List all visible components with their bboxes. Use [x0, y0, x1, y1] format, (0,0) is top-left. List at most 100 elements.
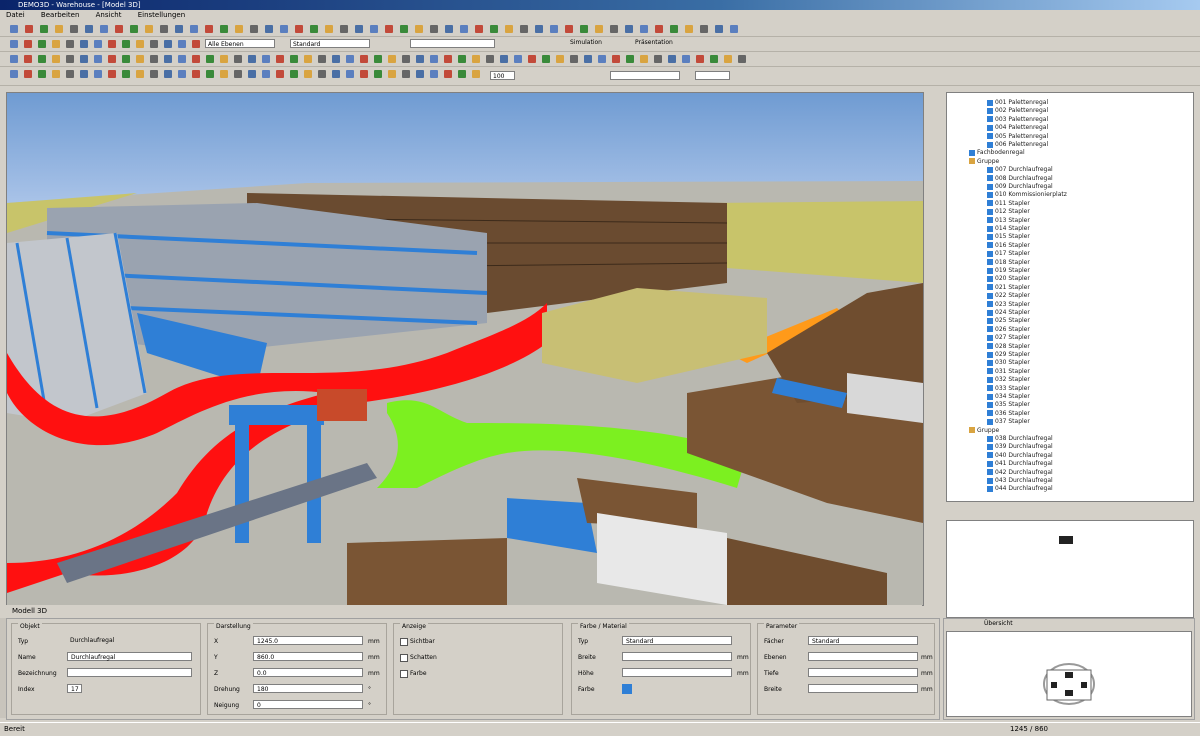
- toolbar-button-icon[interactable]: [94, 40, 102, 48]
- toolbar-button-icon[interactable]: [136, 70, 144, 78]
- toolbar-button-icon[interactable]: [262, 55, 270, 63]
- tree-item[interactable]: 032 Stapler: [987, 376, 1030, 384]
- presentation-label[interactable]: Präsentation: [635, 39, 673, 46]
- toolbar-button-icon[interactable]: [10, 40, 18, 48]
- toolbar-button-icon[interactable]: [38, 40, 46, 48]
- toolbar-button-icon[interactable]: [80, 55, 88, 63]
- tree-item[interactable]: 030 Stapler: [987, 359, 1030, 367]
- field-compartments[interactable]: Standard: [808, 636, 918, 645]
- toolbar-button-icon[interactable]: [444, 70, 452, 78]
- toolbar-button-icon[interactable]: [668, 55, 676, 63]
- toolbar-button-icon[interactable]: [80, 40, 88, 48]
- toolbar-button-icon[interactable]: [685, 25, 693, 33]
- field-depth[interactable]: [808, 668, 918, 677]
- toolbar-button-icon[interactable]: [640, 55, 648, 63]
- tree-item[interactable]: 037 Stapler: [987, 418, 1030, 426]
- toolbar-button-icon[interactable]: [612, 55, 620, 63]
- toolbar-button-icon[interactable]: [115, 25, 123, 33]
- toolbar-button-icon[interactable]: [175, 25, 183, 33]
- tree-item[interactable]: 008 Durchlaufregal: [987, 175, 1053, 183]
- toolbar-button-icon[interactable]: [310, 25, 318, 33]
- tree-item[interactable]: 013 Stapler: [987, 217, 1030, 225]
- toolbar-button-icon[interactable]: [276, 55, 284, 63]
- tree-item[interactable]: 011 Stapler: [987, 200, 1030, 208]
- toolbar-button-icon[interactable]: [520, 25, 528, 33]
- toolbar-button-icon[interactable]: [122, 70, 130, 78]
- toolbar-button-icon[interactable]: [385, 25, 393, 33]
- zoom-field[interactable]: 100: [490, 71, 515, 80]
- tree-item[interactable]: 042 Durchlaufregal: [987, 469, 1053, 477]
- toolbar-button-icon[interactable]: [696, 55, 704, 63]
- toolbar-button-icon[interactable]: [192, 40, 200, 48]
- toolbar-button-icon[interactable]: [505, 25, 513, 33]
- toolbar-button-icon[interactable]: [122, 55, 130, 63]
- tree-item[interactable]: 020 Stapler: [987, 275, 1030, 283]
- toolbar-button-icon[interactable]: [710, 55, 718, 63]
- toolbar-button-icon[interactable]: [80, 70, 88, 78]
- toolbar-button-icon[interactable]: [206, 70, 214, 78]
- field-index[interactable]: 17: [67, 684, 82, 693]
- toolbar-button-icon[interactable]: [70, 25, 78, 33]
- toolbar-button-icon[interactable]: [10, 25, 18, 33]
- grid-field[interactable]: [695, 71, 730, 80]
- toolbar-button-icon[interactable]: [52, 70, 60, 78]
- toolbar-button-icon[interactable]: [430, 55, 438, 63]
- tree-item[interactable]: 014 Stapler: [987, 225, 1030, 233]
- field-y[interactable]: 860.0: [253, 652, 363, 661]
- color-swatch[interactable]: [622, 684, 632, 694]
- toolbar-button-icon[interactable]: [340, 25, 348, 33]
- tree-item[interactable]: 033 Stapler: [987, 385, 1030, 393]
- toolbar-button-icon[interactable]: [388, 55, 396, 63]
- tree-item[interactable]: 016 Stapler: [987, 242, 1030, 250]
- view-combo[interactable]: Alle Ebenen: [205, 39, 275, 48]
- toolbar-button-icon[interactable]: [178, 70, 186, 78]
- toolbar-button-icon[interactable]: [130, 25, 138, 33]
- tree-item[interactable]: 026 Stapler: [987, 326, 1030, 334]
- toolbar-button-icon[interactable]: [38, 55, 46, 63]
- toolbar-button-icon[interactable]: [160, 25, 168, 33]
- panel-splitter[interactable]: [928, 92, 942, 604]
- toolbar-button-icon[interactable]: [360, 70, 368, 78]
- toolbar-button-icon[interactable]: [178, 55, 186, 63]
- tree-item[interactable]: 005 Palettenregal: [987, 133, 1048, 141]
- toolbar-button-icon[interactable]: [234, 70, 242, 78]
- toolbar-button-icon[interactable]: [472, 70, 480, 78]
- toolbar-button-icon[interactable]: [475, 25, 483, 33]
- toolbar-button-icon[interactable]: [250, 25, 258, 33]
- field-desc[interactable]: [67, 668, 192, 677]
- toolbar-button-icon[interactable]: [136, 40, 144, 48]
- tree-item[interactable]: 019 Stapler: [987, 267, 1030, 275]
- field-x[interactable]: 1245.0: [253, 636, 363, 645]
- tree-item[interactable]: Fachbodenregal: [969, 149, 1025, 157]
- toolbar-button-icon[interactable]: [655, 25, 663, 33]
- tree-item[interactable]: 029 Stapler: [987, 351, 1030, 359]
- layer-combo[interactable]: [410, 39, 495, 48]
- toolbar-button-icon[interactable]: [400, 25, 408, 33]
- toolbar-button-icon[interactable]: [402, 70, 410, 78]
- tree-item[interactable]: 043 Durchlaufregal: [987, 477, 1053, 485]
- tree-item[interactable]: 012 Stapler: [987, 208, 1030, 216]
- toolbar-button-icon[interactable]: [402, 55, 410, 63]
- toolbar-button-icon[interactable]: [164, 40, 172, 48]
- toolbar-button-icon[interactable]: [24, 70, 32, 78]
- toolbar-button-icon[interactable]: [570, 55, 578, 63]
- toolbar-button-icon[interactable]: [40, 25, 48, 33]
- toolbar-button-icon[interactable]: [192, 70, 200, 78]
- toolbar-button-icon[interactable]: [94, 55, 102, 63]
- toolbar-button-icon[interactable]: [66, 40, 74, 48]
- toolbar-button-icon[interactable]: [556, 55, 564, 63]
- toolbar-button-icon[interactable]: [355, 25, 363, 33]
- toolbar-button-icon[interactable]: [444, 55, 452, 63]
- toolbar-button-icon[interactable]: [388, 70, 396, 78]
- tree-item[interactable]: 031 Stapler: [987, 368, 1030, 376]
- toolbar-button-icon[interactable]: [108, 55, 116, 63]
- tree-item[interactable]: 018 Stapler: [987, 259, 1030, 267]
- toolbar-button-icon[interactable]: [346, 55, 354, 63]
- toolbar-button-icon[interactable]: [220, 25, 228, 33]
- toolbar-button-icon[interactable]: [500, 55, 508, 63]
- tree-item[interactable]: Gruppe: [969, 158, 999, 166]
- toolbar-button-icon[interactable]: [325, 25, 333, 33]
- tree-item[interactable]: 038 Durchlaufregal: [987, 435, 1053, 443]
- toolbar-button-icon[interactable]: [38, 70, 46, 78]
- toolbar-button-icon[interactable]: [190, 25, 198, 33]
